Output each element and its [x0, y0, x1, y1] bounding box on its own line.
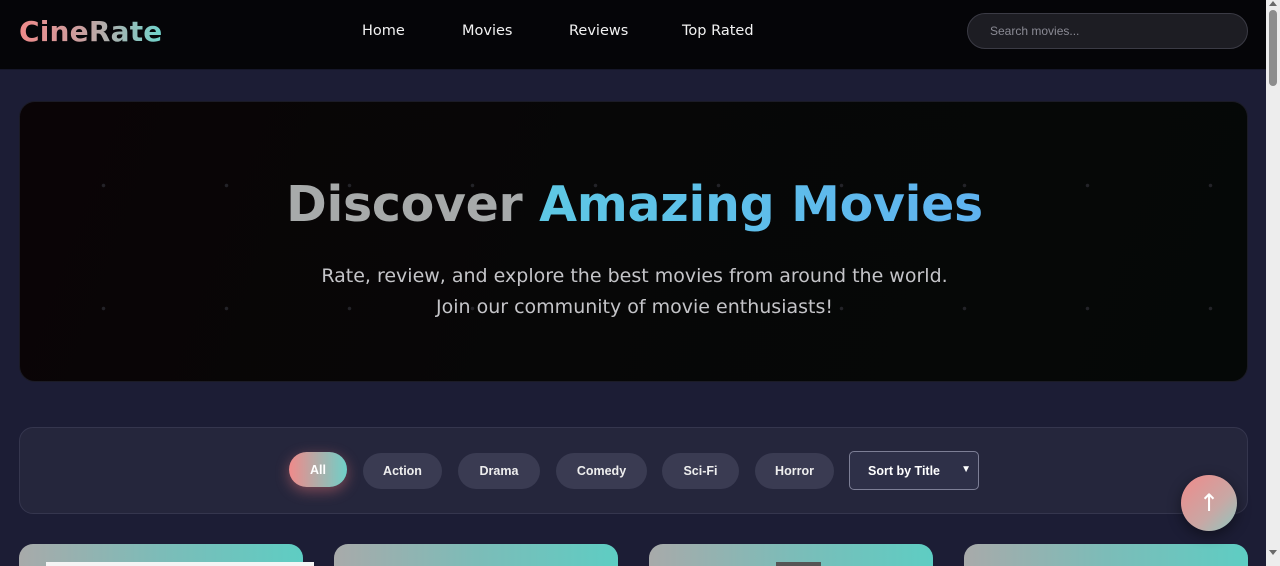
brand-logo[interactable]: CineRate — [19, 15, 163, 48]
filter-horror-button[interactable]: Horror — [755, 453, 834, 489]
arrow-up-icon: ↑ — [1198, 489, 1220, 517]
hero-subtitle-line1: Rate, review, and explore the best movie… — [321, 265, 948, 287]
filter-comedy-button[interactable]: Comedy — [556, 453, 647, 489]
nav-home-link[interactable]: Home — [362, 23, 405, 39]
back-to-top-button[interactable]: ↑ — [1181, 475, 1237, 531]
movie-card-poster-edge — [46, 562, 314, 566]
hero-title: Discover Amazing Movies — [20, 176, 1247, 233]
scroll-down-arrow-icon[interactable] — [1269, 550, 1277, 555]
page-scrollbar[interactable] — [1266, 0, 1280, 566]
nav-reviews-link[interactable]: Reviews — [569, 23, 628, 39]
sort-select[interactable]: Sort by Title ▼ — [849, 451, 979, 490]
nav-top-rated-link[interactable]: Top Rated — [682, 23, 754, 39]
filter-bar: All Action Drama Comedy Sci-Fi Horror So… — [19, 427, 1248, 514]
hero-title-highlight: Amazing Movies — [539, 176, 983, 233]
hero-banner: Discover Amazing Movies Rate, review, an… — [19, 101, 1248, 382]
hero-subtitle-line2: Join our community of movie enthusiasts! — [436, 296, 833, 318]
sort-select-value: Sort by Title — [868, 463, 941, 478]
filter-action-button[interactable]: Action — [363, 453, 442, 489]
filter-scifi-button[interactable]: Sci-Fi — [662, 453, 739, 489]
search-input[interactable] — [967, 13, 1248, 49]
movie-card[interactable] — [964, 544, 1248, 566]
chevron-down-icon: ▼ — [961, 464, 971, 475]
movie-card[interactable] — [334, 544, 618, 566]
scroll-up-arrow-icon[interactable] — [1269, 1, 1277, 6]
hero-dot-pattern — [20, 102, 1247, 381]
movie-card-poster-edge — [776, 562, 821, 566]
scrollbar-thumb[interactable] — [1269, 10, 1277, 86]
navbar: CineRate Home Movies Reviews Top Rated — [0, 0, 1266, 70]
nav-movies-link[interactable]: Movies — [462, 23, 512, 39]
filter-all-button[interactable]: All — [289, 452, 347, 487]
filter-drama-button[interactable]: Drama — [458, 453, 540, 489]
hero-title-part1: Discover — [286, 176, 540, 233]
